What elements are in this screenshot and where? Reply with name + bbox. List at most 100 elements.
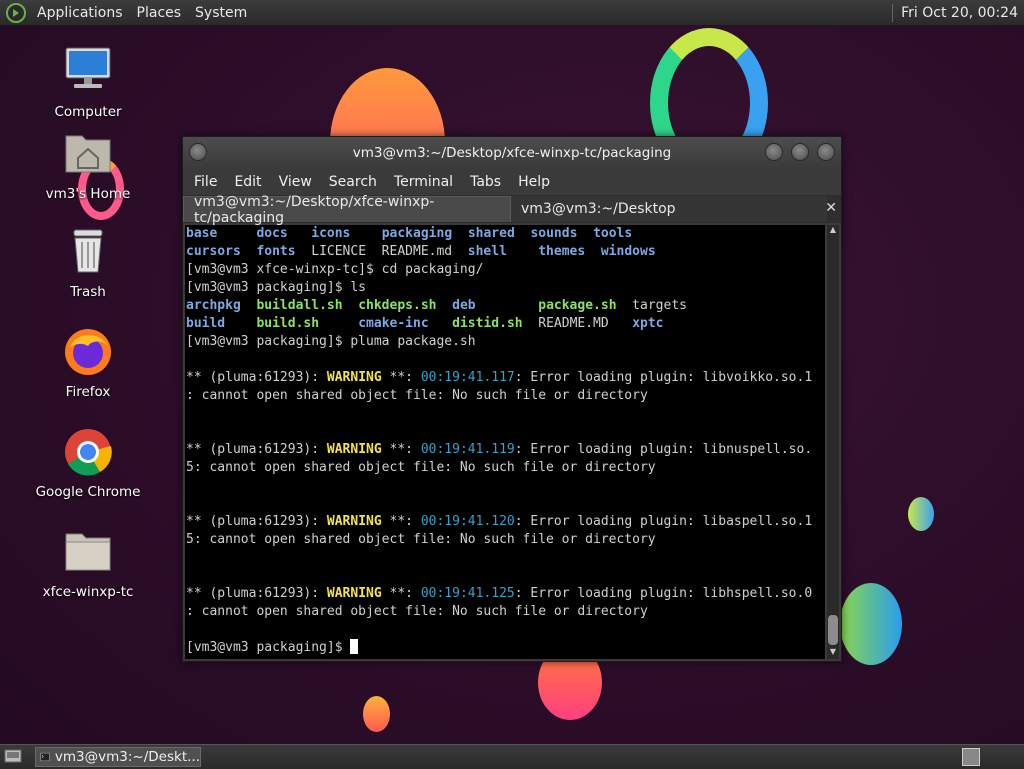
show-desktop-icon[interactable] bbox=[4, 748, 22, 764]
desktop-icon-xfce-winxp-tc[interactable]: xfce-winxp-tc bbox=[28, 526, 148, 600]
terminal-text: WARNING bbox=[326, 514, 382, 529]
places-menu[interactable]: Places bbox=[130, 5, 189, 21]
terminal-line: ** (pluma:61293): WARNING **: 00:19:41.1… bbox=[185, 585, 825, 603]
terminal-line: [vm3@vm3 packaging]$ ls bbox=[185, 279, 825, 297]
folder-icon bbox=[65, 533, 111, 571]
terminal-output[interactable]: base docs icons packaging shared sounds … bbox=[185, 225, 825, 659]
tab-close-icon[interactable]: ✕ bbox=[825, 200, 837, 216]
desktop-icon-trash[interactable]: Trash bbox=[28, 226, 148, 300]
window-title: vm3@vm3:~/Desktop/xfce-winxp-tc/packagin… bbox=[352, 145, 672, 161]
tab-desktop[interactable]: vm3@vm3:~/Desktop bbox=[511, 196, 827, 222]
menu-edit[interactable]: Edit bbox=[227, 174, 268, 190]
taskbar-button-label: vm3@vm3:~/Deskt... bbox=[54, 749, 200, 765]
terminal-text: distid.sh bbox=[452, 316, 523, 331]
terminal-line: : cannot open shared object file: No suc… bbox=[185, 387, 825, 405]
desktop-icon-home[interactable]: vm3's Home bbox=[28, 128, 148, 202]
scroll-thumb[interactable] bbox=[828, 615, 838, 645]
terminal-text: : Error loading plugin: libaspell.so.1 bbox=[514, 514, 813, 529]
menu-search[interactable]: Search bbox=[322, 174, 384, 190]
menu-view[interactable]: View bbox=[272, 174, 319, 190]
maximize-button[interactable] bbox=[791, 143, 809, 161]
clock[interactable]: Fri Oct 20, 00:24 bbox=[901, 5, 1024, 21]
menu-tabs[interactable]: Tabs bbox=[463, 174, 508, 190]
desktop-icon-label: Google Chrome bbox=[35, 484, 141, 500]
trash-icon bbox=[73, 229, 103, 273]
terminal-line: ** (pluma:61293): WARNING **: 00:19:41.1… bbox=[185, 513, 825, 531]
terminal-text: shared bbox=[467, 226, 515, 241]
terminal-text: windows bbox=[600, 244, 656, 259]
terminal-text: packaging bbox=[381, 226, 453, 241]
terminal-text: cmake-inc bbox=[358, 316, 429, 331]
terminal-line: : cannot open shared object file: No suc… bbox=[185, 603, 825, 621]
terminal-text: README.MD bbox=[522, 316, 633, 331]
terminal-text: : Error loading plugin: libvoikko.so.1 bbox=[514, 370, 813, 385]
terminal-text: xptc bbox=[632, 316, 664, 331]
terminal-text: package.sh bbox=[538, 298, 617, 313]
menu-help[interactable]: Help bbox=[511, 174, 557, 190]
desktop-icon-label: Firefox bbox=[65, 384, 111, 400]
mate-logo-icon[interactable] bbox=[6, 2, 26, 23]
terminal-text: : Error loading plugin: libnuspell.so. bbox=[514, 442, 813, 457]
desktop-icon-computer[interactable]: Computer bbox=[28, 46, 148, 120]
terminal-text: 5: cannot open shared object file: No su… bbox=[186, 460, 656, 475]
wallpaper-blob-small bbox=[363, 696, 390, 732]
scroll-down-icon[interactable]: ▼ bbox=[827, 647, 839, 659]
panel-separator bbox=[892, 3, 894, 22]
terminal-text: : Error loading plugin: libhspell.so.0 bbox=[514, 586, 813, 601]
window-titlebar[interactable]: vm3@vm3:~/Desktop/xfce-winxp-tc/packagin… bbox=[183, 137, 841, 169]
terminal-text: archpkg bbox=[186, 298, 241, 313]
firefox-icon bbox=[65, 329, 111, 375]
terminal-text: **: bbox=[381, 370, 421, 385]
terminal-text: themes bbox=[538, 244, 586, 259]
terminal-text: 5: cannot open shared object file: No su… bbox=[186, 532, 656, 547]
terminal-text: [vm3@vm3 packaging]$ pluma package.sh bbox=[186, 334, 476, 349]
minimize-button[interactable] bbox=[765, 143, 783, 161]
terminal-text: **: bbox=[381, 586, 421, 601]
menu-terminal[interactable]: Terminal bbox=[387, 174, 460, 190]
wallpaper-pill-green bbox=[840, 583, 902, 665]
terminal-scrollbar[interactable]: ▲ ▼ bbox=[827, 225, 839, 659]
scroll-up-icon[interactable]: ▲ bbox=[827, 225, 839, 237]
terminal-line: archpkg buildall.sh chkdeps.sh deb packa… bbox=[185, 297, 825, 315]
tab-label: vm3@vm3:~/Desktop bbox=[521, 201, 676, 217]
terminal-line: [vm3@vm3 packaging]$ pluma package.sh bbox=[185, 333, 825, 351]
desktop-icon-chrome[interactable]: Google Chrome bbox=[28, 426, 148, 500]
close-button[interactable] bbox=[817, 143, 835, 161]
taskbar-terminal-button[interactable]: vm3@vm3:~/Deskt... bbox=[35, 747, 201, 767]
desktop-icon-label: xfce-winxp-tc bbox=[42, 584, 134, 600]
terminal-text: build bbox=[186, 316, 226, 331]
home-folder-icon bbox=[65, 135, 111, 173]
terminal-line: 5: cannot open shared object file: No su… bbox=[185, 459, 825, 477]
desktop-icon-firefox[interactable]: Firefox bbox=[28, 326, 148, 400]
menu-file[interactable]: File bbox=[187, 174, 224, 190]
terminal-line: ** (pluma:61293): WARNING **: 00:19:41.1… bbox=[185, 441, 825, 459]
workspace-switcher[interactable] bbox=[962, 748, 980, 766]
terminal-text: icons bbox=[311, 226, 351, 241]
applications-menu[interactable]: Applications bbox=[30, 5, 130, 21]
tab-label: vm3@vm3:~/Desktop/xfce-winxp-tc/packagin… bbox=[194, 193, 435, 226]
terminal-text: [vm3@vm3 packaging]$ ls bbox=[186, 280, 367, 295]
wallpaper-pill-blue bbox=[908, 497, 934, 531]
terminal-text: cursors bbox=[186, 244, 241, 259]
tab-packaging[interactable]: vm3@vm3:~/Desktop/xfce-winxp-tc/packagin… bbox=[183, 194, 511, 226]
terminal-text: WARNING bbox=[326, 370, 382, 385]
terminal-text: chkdeps.sh bbox=[358, 298, 437, 313]
system-menu[interactable]: System bbox=[188, 5, 254, 21]
terminal-window[interactable]: vm3@vm3:~/Desktop/xfce-winxp-tc/packagin… bbox=[182, 136, 842, 662]
terminal-text: sounds bbox=[530, 226, 578, 241]
